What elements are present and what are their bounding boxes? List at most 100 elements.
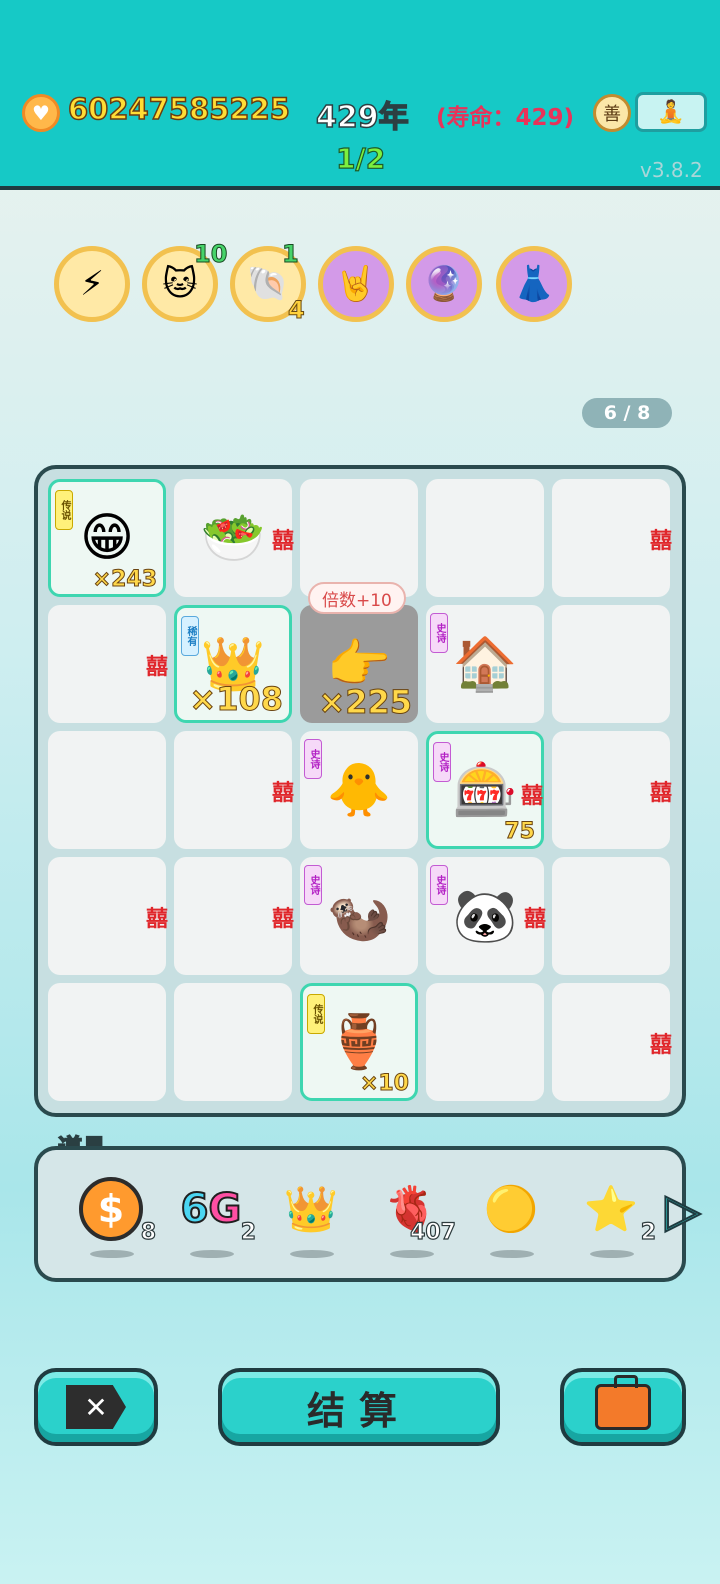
year-counter: 429年 [315, 99, 409, 136]
yinyang-orb-icon: 🔮 [422, 264, 466, 304]
board-cell[interactable]: 传说 😁 ×243 [48, 479, 166, 597]
symbol-icon: 🥗 [200, 508, 266, 569]
board-cell[interactable] [426, 479, 544, 597]
double-happiness-mark: 囍 [271, 781, 294, 806]
prop-shadow [90, 1250, 134, 1258]
double-happiness-mark: 囍 [271, 907, 294, 932]
gold-ball-prop[interactable]: 🟡 [472, 1172, 552, 1262]
board-cell[interactable]: 囍 [174, 731, 294, 849]
board-cell[interactable]: 囍 [552, 983, 672, 1101]
bag-button[interactable] [560, 1368, 686, 1446]
skirt-buff[interactable]: 👗 [496, 246, 572, 322]
board-cell[interactable]: 囍 [174, 857, 294, 975]
rarity-tag: 史诗 [304, 739, 322, 779]
mood-icon[interactable]: 善 [593, 94, 631, 132]
board-cell[interactable] [552, 605, 670, 723]
cat-icon: 🐱 [162, 264, 198, 304]
coin-count: 60247585225 [67, 91, 290, 127]
board-cell[interactable] [300, 479, 418, 597]
double-happiness-mark: 囍 [520, 784, 543, 809]
props-next-arrow-icon[interactable]: ▷ [664, 1180, 701, 1240]
board-cell[interactable]: 稀有 👑 ×108 [174, 605, 292, 723]
rock-hand-buff[interactable]: 🤘 [318, 246, 394, 322]
double-happiness-mark: 囍 [649, 1033, 672, 1058]
board-cell[interactable]: 囍 [48, 857, 168, 975]
board-cell[interactable]: 囍 🥗 [174, 479, 294, 597]
board-cell[interactable]: 史诗 🦦 [300, 857, 418, 975]
prop-count: 2 [240, 1219, 257, 1245]
rarity-tag: 史诗 [304, 865, 322, 905]
settle-button[interactable]: 结算 [218, 1368, 500, 1446]
rock-hand-icon: 🤘 [334, 264, 378, 304]
board-cell[interactable]: 囍 [48, 605, 168, 723]
props-panel: $8 6G 2 👑 🫀 407 🟡 ⭐ 2 [34, 1146, 686, 1282]
coin-icon: ♥ [22, 94, 60, 132]
prop-shadow [190, 1250, 234, 1258]
dollar-coin-prop[interactable]: $8 [72, 1172, 157, 1262]
symbol-icon: 🎰 [452, 760, 518, 821]
board-cell[interactable]: 囍 [552, 479, 672, 597]
rarity-tag: 传说 [307, 994, 325, 1034]
board-cell[interactable]: 史诗囍 🐼 [426, 857, 546, 975]
rarity-tag: 传说 [55, 490, 73, 530]
board-cell[interactable] [48, 731, 166, 849]
briefcase-icon [595, 1375, 651, 1430]
page-indicator: 6 / 8 [582, 398, 672, 428]
board-cell[interactable]: 囍 [552, 731, 672, 849]
lightning-icon: ⚡ [80, 264, 104, 304]
rarity-tag: 稀有 [181, 616, 199, 656]
symbol-icon: 🐼 [452, 886, 518, 947]
crown-prop[interactable]: 👑 [272, 1172, 352, 1262]
rarity-tag: 史诗 [430, 865, 448, 905]
multiplier-label: ×108 [189, 680, 284, 719]
prop-shadow [590, 1250, 634, 1258]
round-counter: 1/2 [335, 141, 386, 175]
top-bar: ♥ 60247585225 429年 (寿命：429) 1/2 v3.8.2 善… [0, 0, 720, 190]
board-cell[interactable]: 史诗 🐥 [300, 731, 418, 849]
version-label: v3.8.2 [640, 158, 703, 182]
board-cell[interactable]: 传说 🏺 ×10 [300, 983, 418, 1101]
star-prop[interactable]: ⭐ 2 [572, 1172, 657, 1262]
liver-prop[interactable]: 🫀 407 [372, 1172, 457, 1262]
symbol-icon: 🏠 [452, 634, 518, 695]
board-cell[interactable]: 史诗囍 🎰 75 [426, 731, 544, 849]
board-cell[interactable]: 史诗 🏠 [426, 605, 544, 723]
board-cell[interactable] [174, 983, 292, 1101]
double-happiness-mark: 囍 [145, 655, 168, 680]
shell-icon: 🐚 [246, 264, 290, 304]
buff-count-bottom: 4 [288, 296, 306, 325]
symbol-icon: 🏺 [326, 1012, 392, 1073]
lifespan-label: (寿命：429) [436, 105, 575, 131]
prop-shadow [390, 1250, 434, 1258]
lightning-buff[interactable]: ⚡ [54, 246, 130, 322]
close-button[interactable]: ✕ [34, 1368, 158, 1446]
symbol-icon: 😁 [79, 508, 135, 568]
dollar-coin-icon: $ [78, 1176, 144, 1242]
symbol-icon: 🐥 [326, 760, 392, 821]
gold-ball-icon: 🟡 [483, 1184, 539, 1235]
yinyang-orb-buff[interactable]: 🔮 [406, 246, 482, 322]
double-happiness-mark: 囍 [145, 907, 168, 932]
prop-count: 407 [409, 1219, 456, 1245]
double-happiness-mark: 囍 [649, 529, 672, 554]
multiplier-tooltip: 倍数+10 [308, 582, 406, 614]
close-icon: ✕ [66, 1385, 126, 1429]
multiplier-label: ×225 [318, 683, 413, 722]
multiplier-label: ×243 [92, 567, 157, 593]
buff-count-top: 10 [193, 240, 228, 269]
settle-label: 结算 [306, 1388, 411, 1433]
6g-icon: 6G [180, 1185, 243, 1233]
6g-prop[interactable]: 6G 2 [172, 1172, 257, 1262]
board-cell[interactable]: 👉 ×225 [300, 605, 418, 723]
prop-shadow [290, 1250, 334, 1258]
multiplier-label: 75 [504, 819, 536, 845]
buff-count-top: 1 [282, 240, 300, 269]
crown-icon: 👑 [283, 1184, 339, 1235]
prop-shadow [490, 1250, 534, 1258]
board-cell[interactable] [552, 857, 670, 975]
board-cell[interactable] [48, 983, 166, 1101]
multiplier-label: ×10 [359, 1071, 409, 1097]
board-cell[interactable] [426, 983, 544, 1101]
meditate-button[interactable]: 🧘 [635, 92, 707, 132]
rarity-tag: 史诗 [430, 613, 448, 653]
